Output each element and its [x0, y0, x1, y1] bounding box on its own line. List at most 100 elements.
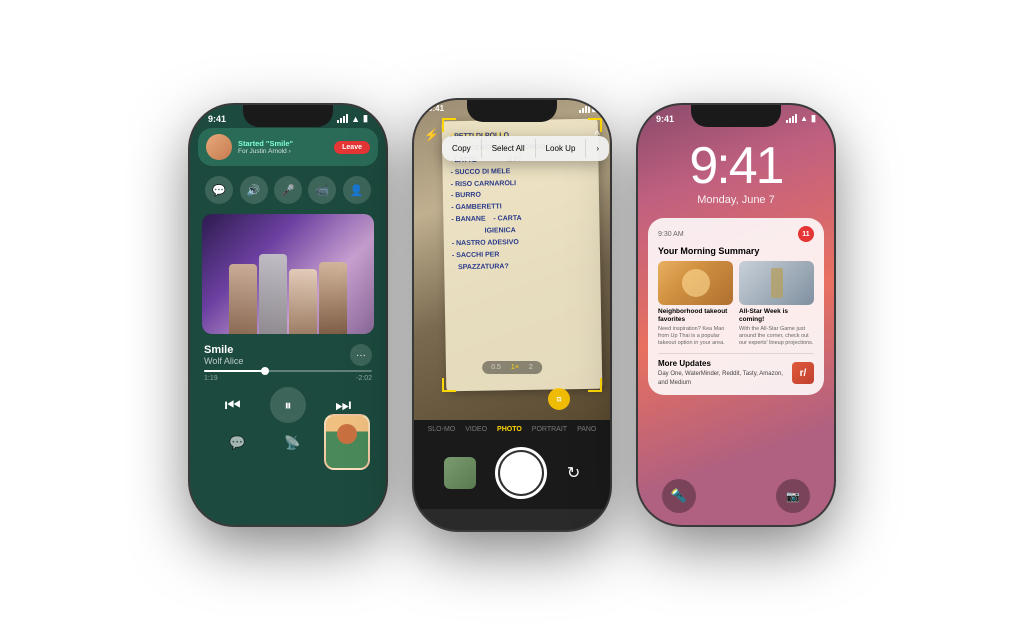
signal-bars-3: [786, 114, 797, 123]
song-info: Smile Wolf Alice ···: [190, 338, 386, 368]
album-art-figures: [202, 238, 374, 334]
speaker-button[interactable]: 🔊: [240, 176, 268, 204]
text-recognition-menu: Copy Select All Look Up ›: [442, 136, 609, 161]
news-item-2[interactable]: All-Star Week is coming! With the All-St…: [739, 261, 814, 347]
phone1-screen: 9:41 ▲ ▮ Started "Smile" For: [190, 105, 386, 525]
more-updates-section: More Updates Day One, WaterMinder, Reddi…: [658, 353, 814, 387]
select-all-button[interactable]: Select All: [482, 139, 536, 158]
video-mode[interactable]: VIDEO: [465, 426, 487, 433]
banner-sub: For Justin Arnold ›: [238, 148, 328, 155]
lock-screen-date: Monday, June 7: [638, 194, 834, 206]
phone2-time: 9:41: [428, 104, 444, 113]
facetime-thumbnail: [324, 414, 370, 470]
thumb-person: [326, 416, 368, 468]
news-headline-2: All-Star Week is coming!: [739, 308, 814, 325]
camera-icon: 📷: [786, 490, 800, 503]
more-updates-title: More Updates: [658, 359, 786, 368]
song-artist: Wolf Alice: [204, 356, 243, 366]
phone3-time: 9:41: [656, 114, 674, 124]
camera-modes: SLO-MO VIDEO PHOTO PORTRAIT PANO: [414, 420, 610, 437]
wifi-icon-3: ▲: [800, 114, 808, 123]
lock-screen-bottom-bar: 🔦 📷: [638, 479, 834, 513]
signal-bars: [337, 114, 348, 123]
photo-mode[interactable]: PHOTO: [497, 426, 522, 433]
zoom-2x-button[interactable]: 2: [526, 363, 536, 372]
zoom-05-button[interactable]: 0.5: [488, 363, 504, 372]
elapsed-time: 1:19: [204, 375, 218, 382]
news-body-2: With the All-Star Game just around the c…: [739, 326, 814, 347]
zoom-controls: 0.5 1× 2: [482, 361, 542, 374]
phone1-time: 9:41: [208, 114, 226, 124]
contact-avatar: [206, 134, 232, 160]
more-updates-row: More Updates Day One, WaterMinder, Reddi…: [658, 359, 814, 387]
photo-gallery-thumbnail[interactable]: [444, 457, 476, 489]
camera-lock-button[interactable]: 📷: [776, 479, 810, 513]
lock-screen-time: 9:41: [638, 140, 834, 192]
lock-screen-time-section: 9:41 Monday, June 7: [638, 124, 834, 210]
notification-title: Your Morning Summary: [658, 246, 814, 256]
pano-mode[interactable]: PANO: [577, 426, 596, 433]
remaining-time: -2:02: [356, 375, 372, 382]
leave-button[interactable]: Leave: [334, 141, 370, 154]
facetime-banner[interactable]: Started "Smile" For Justin Arnold › Leav…: [198, 128, 378, 166]
news-headline-1: Neighborhood takeout favorites: [658, 308, 733, 325]
phone2-screen: 9:41 ▮ ⚡ ^: [414, 100, 610, 530]
call-controls-row: 💬 🔊 🎤 📹 👤: [190, 170, 386, 210]
pause-button[interactable]: ⏸: [270, 387, 306, 423]
live-text-indicator[interactable]: ⊡: [548, 388, 570, 410]
phone-2: 9:41 ▮ ⚡ ^: [414, 100, 610, 530]
phones-container: 9:41 ▲ ▮ Started "Smile" For: [170, 80, 854, 550]
phone-3: 9:41 ▲ ▮ 9:41 Monday, June 7: [638, 105, 834, 525]
time-row: 1:19 -2:02: [190, 374, 386, 383]
fast-forward-button[interactable]: ⏭: [335, 395, 351, 416]
flip-camera-button[interactable]: ↻: [567, 463, 580, 483]
shutter-inner: [500, 452, 542, 494]
rewind-button[interactable]: ⏮: [225, 395, 241, 416]
banner-text: Started "Smile" For Justin Arnold ›: [238, 139, 328, 155]
news-item-1[interactable]: Neighborhood takeout favorites Need insp…: [658, 261, 733, 347]
notification-header: 9:30 AM 11: [658, 226, 814, 242]
news-body-1: Need inspiration? Kea Mao from Up Thai i…: [658, 326, 733, 347]
portrait-mode[interactable]: PORTRAIT: [532, 426, 567, 433]
camera-viewfinder: 9:41 ▮ ⚡ ^: [414, 100, 610, 420]
copy-button[interactable]: Copy: [442, 139, 482, 158]
more-updates-body: Day One, WaterMinder, Reddit, Tasty, Ama…: [658, 370, 786, 387]
slo-mo-mode[interactable]: SLO-MO: [428, 426, 456, 433]
contacts-button[interactable]: 👤: [343, 176, 371, 204]
lyrics-button[interactable]: 💬: [229, 435, 245, 451]
phone-1: 9:41 ▲ ▮ Started "Smile" For: [190, 105, 386, 525]
mic-button[interactable]: 🎤: [274, 176, 302, 204]
look-up-button[interactable]: Look Up: [536, 139, 587, 158]
progress-fill: [204, 370, 263, 372]
notification-time: 9:30 AM: [658, 231, 684, 238]
battery-icon: ▮: [363, 113, 368, 124]
morning-summary-card[interactable]: 9:30 AM 11 Your Morning Summary Neighbor…: [648, 218, 824, 395]
news-thumb-1: [658, 261, 733, 305]
wifi-icon: ▲: [351, 114, 360, 124]
news-thumb-2: [739, 261, 814, 305]
video-button[interactable]: 📹: [308, 176, 336, 204]
figure-2: [259, 254, 287, 334]
flashlight-button[interactable]: 🔦: [662, 479, 696, 513]
song-details: Smile Wolf Alice: [204, 344, 243, 366]
banner-title: Started "Smile": [238, 139, 328, 148]
more-options-button[interactable]: ···: [350, 344, 372, 366]
figure-3: [289, 269, 317, 334]
scan-corner-bl: [442, 378, 456, 392]
more-updates-text: More Updates Day One, WaterMinder, Reddi…: [658, 359, 786, 387]
shutter-button[interactable]: [495, 447, 547, 499]
flashlight-icon: 🔦: [671, 488, 687, 504]
flash-button[interactable]: ⚡: [424, 128, 439, 142]
phone2-status-bar: 9:41 ▮: [414, 104, 610, 113]
figure-4: [319, 262, 347, 334]
message-button[interactable]: 💬: [205, 176, 233, 204]
news-items-row: Neighborhood takeout favorites Need insp…: [658, 261, 814, 347]
thumb-head: [337, 424, 357, 444]
camera-bottom-controls: ↻: [414, 437, 610, 509]
progress-bar[interactable]: [204, 370, 372, 372]
zoom-1x-button[interactable]: 1×: [508, 363, 522, 372]
airplay-button[interactable]: 📡: [284, 435, 300, 451]
more-menu-button[interactable]: ›: [586, 139, 609, 158]
notification-count: 11: [798, 226, 814, 242]
signal-bars-2: [579, 104, 590, 113]
